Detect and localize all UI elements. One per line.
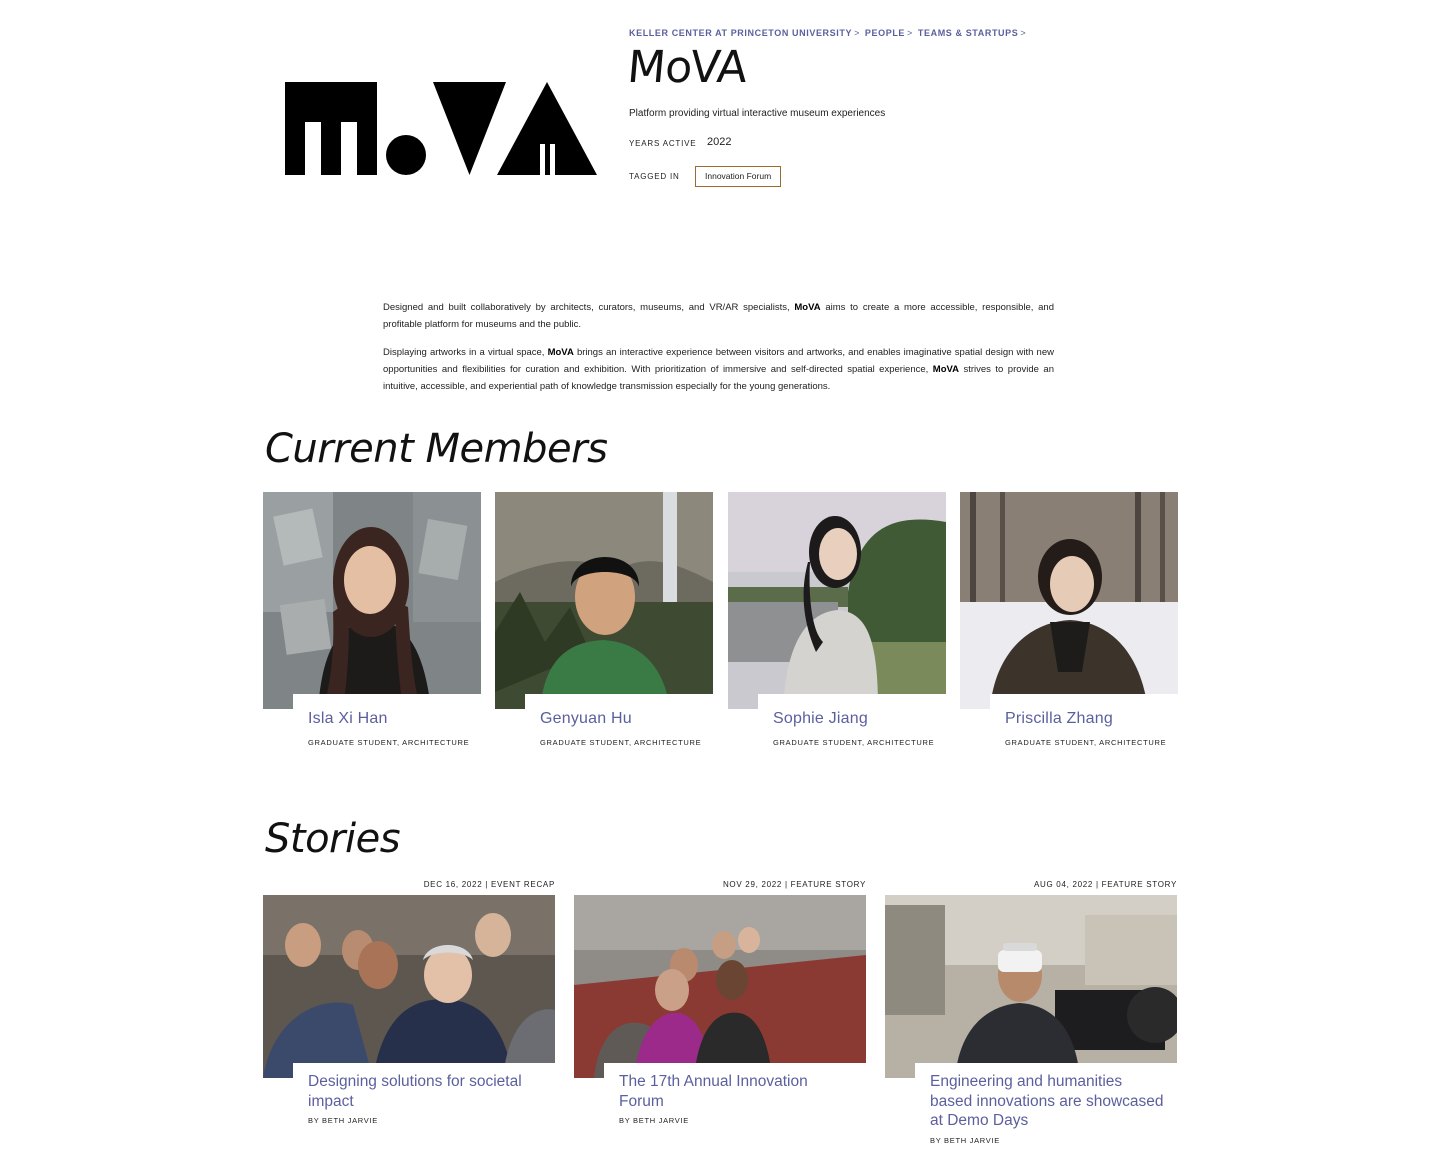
story-caption: The 17th Annual Innovation Forum BY BETH… xyxy=(604,1063,866,1125)
member-card[interactable]: Priscilla Zhang GRADUATE STUDENT, ARCHIT… xyxy=(960,492,1178,762)
breadcrumb-separator: > xyxy=(1020,28,1027,38)
page-title: MoVA xyxy=(625,42,749,93)
mova-logo-graphic xyxy=(285,82,597,175)
description-paragraph: Displaying artworks in a virtual space, … xyxy=(383,347,1054,392)
story-photo[interactable] xyxy=(574,895,866,1078)
story-caption: Designing solutions for societal impact … xyxy=(293,1063,555,1125)
story-headline[interactable]: Designing solutions for societal impact xyxy=(308,1072,543,1111)
story-caption: Engineering and humanities based innovat… xyxy=(915,1063,1177,1145)
team-tagline: Platform providing virtual interactive m… xyxy=(629,108,886,119)
member-caption: Isla Xi Han GRADUATE STUDENT, ARCHITECTU… xyxy=(293,694,481,762)
tagged-in-label: TAGGED IN xyxy=(629,172,680,181)
member-caption: Sophie Jiang GRADUATE STUDENT, ARCHITECT… xyxy=(758,694,946,762)
member-role: GRADUATE STUDENT, ARCHITECTURE xyxy=(773,738,935,747)
member-caption: Genyuan Hu GRADUATE STUDENT, ARCHITECTUR… xyxy=(525,694,713,762)
story-byline: BY BETH JARVIE xyxy=(930,1135,1000,1145)
story-byline: BY BETH JARVIE xyxy=(308,1116,378,1125)
story-card[interactable]: DEC 16, 2022 | EVENT RECAP Designing sol… xyxy=(263,878,555,1148)
story-date: NOV 29, 2022 | FEATURE STORY xyxy=(722,880,866,889)
member-name[interactable]: Priscilla Zhang xyxy=(1005,710,1178,728)
breadcrumb: KELLER CENTER AT PRINCETON UNIVERSITY > PE… xyxy=(629,28,1031,38)
story-photo[interactable] xyxy=(263,895,555,1078)
story-byline: BY BETH JARVIE xyxy=(619,1116,689,1125)
story-headline[interactable]: The 17th Annual Innovation Forum xyxy=(619,1072,854,1111)
member-caption: Priscilla Zhang GRADUATE STUDENT, ARCHIT… xyxy=(990,694,1178,762)
breadcrumb-teams-startups[interactable]: TEAMS & STARTUPS xyxy=(918,28,1018,38)
breadcrumb-separator: > xyxy=(907,28,913,38)
years-active-value: 2022 xyxy=(707,136,732,148)
member-photo[interactable] xyxy=(263,492,481,709)
member-card[interactable]: Genyuan Hu GRADUATE STUDENT, ARCHITECTUR… xyxy=(495,492,713,762)
breadcrumb-people[interactable]: PEOPLE xyxy=(865,28,905,38)
story-date: DEC 16, 2022 | EVENT RECAP xyxy=(423,880,555,889)
story-photo[interactable] xyxy=(885,895,1177,1078)
member-photo[interactable] xyxy=(960,492,1178,709)
member-role: GRADUATE STUDENT, ARCHITECTURE xyxy=(540,738,702,747)
description-paragraph: Designed and built collaboratively by ar… xyxy=(383,302,1054,330)
years-active-label: YEARS ACTIVE xyxy=(629,139,697,148)
member-photo[interactable] xyxy=(495,492,713,709)
story-card[interactable]: AUG 04, 2022 | FEATURE STORY Engineering… xyxy=(885,878,1177,1148)
member-name[interactable]: Sophie Jiang xyxy=(773,710,946,728)
member-role: GRADUATE STUDENT, ARCHITECTURE xyxy=(1005,738,1167,747)
mova-logo xyxy=(285,82,597,175)
breadcrumb-separator: > xyxy=(854,28,860,38)
member-name[interactable]: Genyuan Hu xyxy=(540,710,713,728)
breadcrumb-keller-center[interactable]: KELLER CENTER AT PRINCETON UNIVERSITY xyxy=(629,28,852,38)
story-date: AUG 04, 2022 | FEATURE STORY xyxy=(1033,880,1177,889)
team-description: Designed and built collaboratively by ar… xyxy=(383,299,1054,406)
story-headline[interactable]: Engineering and humanities based innovat… xyxy=(930,1072,1165,1131)
member-card[interactable]: Isla Xi Han GRADUATE STUDENT, ARCHITECTU… xyxy=(263,492,481,762)
story-card[interactable]: NOV 29, 2022 | FEATURE STORY The 17th An… xyxy=(574,878,866,1148)
member-role: GRADUATE STUDENT, ARCHITECTURE xyxy=(308,738,470,747)
member-card[interactable]: Sophie Jiang GRADUATE STUDENT, ARCHITECT… xyxy=(728,492,946,762)
stories-heading: Stories xyxy=(265,816,401,862)
member-name[interactable]: Isla Xi Han xyxy=(308,710,481,728)
tag-innovation-forum[interactable]: Innovation Forum xyxy=(695,166,782,187)
member-photo[interactable] xyxy=(728,492,946,709)
members-heading: Current Members xyxy=(265,426,608,472)
